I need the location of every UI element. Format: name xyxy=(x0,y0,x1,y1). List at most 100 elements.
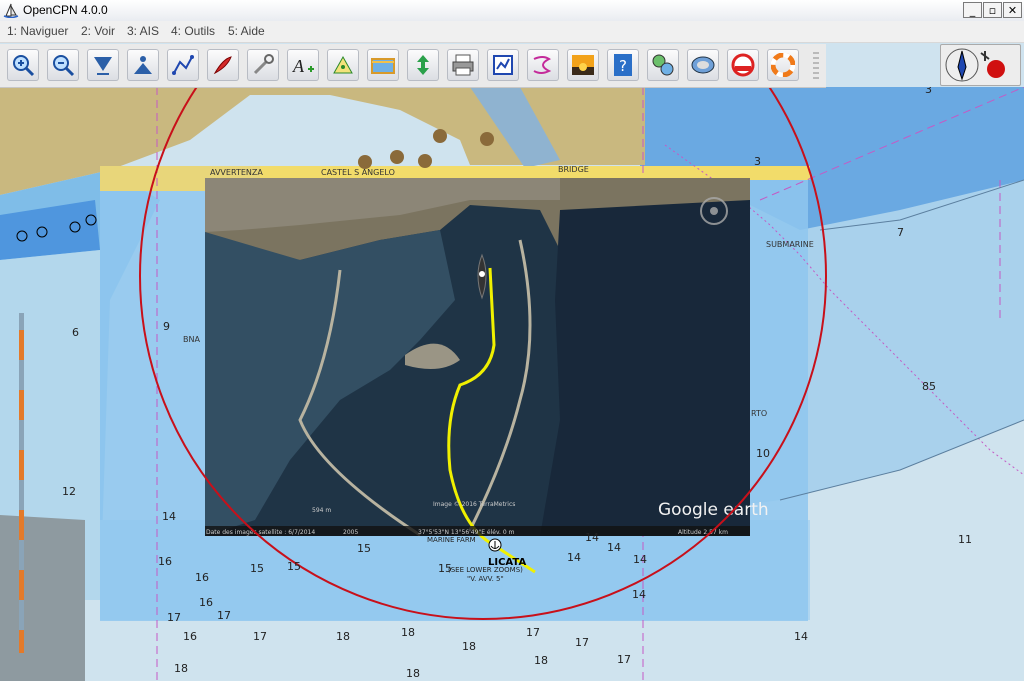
zoom-in-icon xyxy=(13,55,35,77)
sounding: 15 xyxy=(250,562,264,575)
compass-icon xyxy=(945,48,1005,82)
sounding: 16 xyxy=(199,596,213,609)
sounding: 15 xyxy=(357,542,371,555)
title-bar: OpenCPN 4.0.0 _ ▫ ✕ xyxy=(0,0,1024,22)
window-title: OpenCPN 4.0.0 xyxy=(23,3,108,17)
label-marine-farm: MARINE FARM xyxy=(427,536,476,544)
settings-icon xyxy=(253,54,274,75)
track-button[interactable] xyxy=(527,49,559,81)
text-icon: A xyxy=(292,56,314,76)
help-button[interactable]: ? xyxy=(607,49,639,81)
menu-naviguer[interactable]: 1: Naviguer xyxy=(7,24,68,38)
label-porto: RTO xyxy=(751,409,767,418)
help-icon: ? xyxy=(614,54,632,76)
label-bridge: BRIDGE xyxy=(558,165,589,174)
opencpn-app-icon xyxy=(3,3,19,18)
zoom-in-button[interactable] xyxy=(7,49,39,81)
color-scheme-icon xyxy=(572,55,594,75)
svg-text:?: ? xyxy=(619,57,627,75)
svg-text:A: A xyxy=(292,56,305,76)
chart-downloader-button[interactable] xyxy=(687,49,719,81)
sounding: 17 xyxy=(253,630,267,643)
sounding: 10 xyxy=(756,447,770,460)
sounding: 11 xyxy=(958,533,972,546)
sounding: 16 xyxy=(158,555,172,568)
sounding: 16 xyxy=(195,571,209,584)
follow-ship-button[interactable] xyxy=(207,49,239,81)
sounding: 14 xyxy=(567,551,581,564)
route-button[interactable] xyxy=(167,49,199,81)
label-see-lower-zooms: (SEE LOWER ZOOMS) xyxy=(448,566,523,574)
sounding: 18 xyxy=(336,630,350,643)
sounding: 14 xyxy=(162,510,176,523)
close-button[interactable]: ✕ xyxy=(1003,2,1022,18)
compass-panel[interactable] xyxy=(940,44,1021,86)
ship-icon xyxy=(213,56,232,75)
chart-canvas[interactable]: Google earth Date des images satellite :… xyxy=(0,87,1024,681)
sounding: 18 xyxy=(174,662,188,675)
sounding: 3 xyxy=(925,87,932,96)
current-icon xyxy=(417,55,429,75)
menu-voir[interactable]: 2: Voir xyxy=(81,24,115,38)
settings-button[interactable] xyxy=(247,49,279,81)
sounding: 12 xyxy=(62,485,76,498)
route-manager-icon xyxy=(493,55,513,75)
scale-button[interactable] xyxy=(87,49,119,81)
label-avvertenza: AVVERTENZA xyxy=(210,168,263,177)
text-button[interactable]: A xyxy=(287,49,319,81)
print-button[interactable] xyxy=(447,49,479,81)
route-manager-button[interactable] xyxy=(487,49,519,81)
label-submarine: SUBMARINE xyxy=(766,240,814,249)
scale-icon xyxy=(94,57,112,75)
current-button[interactable] xyxy=(407,49,439,81)
minimize-button[interactable]: _ xyxy=(963,2,982,18)
layer-button[interactable] xyxy=(327,49,359,81)
mob-icon xyxy=(771,53,795,77)
print-icon xyxy=(452,54,474,76)
sounding: 9 xyxy=(163,320,170,333)
label-castel: CASTEL S ANGELO xyxy=(321,168,395,177)
nautical-chart[interactable]: Google earth Date des images satellite :… xyxy=(0,87,1024,681)
sounding: 18 xyxy=(406,667,420,680)
gps-button[interactable] xyxy=(647,49,679,81)
sounding: 14 xyxy=(607,541,621,554)
sounding: 14 xyxy=(632,588,646,601)
sounding: 18 xyxy=(462,640,476,653)
earth-footer-year: 2005 xyxy=(343,529,358,536)
sounding: 18 xyxy=(401,626,415,639)
chart-downloader-icon xyxy=(691,56,715,74)
track-icon xyxy=(533,56,552,74)
tide-button[interactable] xyxy=(367,49,399,81)
chart-quilt-icon xyxy=(134,56,152,74)
menu-ais[interactable]: 3: AIS xyxy=(127,24,159,38)
color-scheme-button[interactable] xyxy=(567,49,599,81)
google-earth-logo: Google earth xyxy=(658,500,769,520)
earth-footer-date: Date des images satellite : 6/7/2014 xyxy=(206,529,315,536)
earth-credit: Image © 2016 TerraMetrics xyxy=(433,501,515,508)
sounding: 17 xyxy=(167,611,181,624)
route-icon xyxy=(172,55,194,75)
grib-button[interactable] xyxy=(727,49,759,81)
sounding: 3 xyxy=(754,155,761,168)
toolbar-grip[interactable] xyxy=(813,52,819,80)
label-bna: BNA xyxy=(183,335,200,344)
label-avv: "V. AVV. 5" xyxy=(467,575,504,583)
earth-footer-coords: 37°5'53"N 13°56'49"E élév. 0 m xyxy=(418,529,515,536)
menu-aide[interactable]: 5: Aide xyxy=(228,24,265,38)
chart-quilt-button[interactable] xyxy=(127,49,159,81)
earth-footer-altitude: Altitude 2.57 km xyxy=(678,529,728,536)
sounding: 7 xyxy=(897,226,904,239)
maximize-button[interactable]: ▫ xyxy=(983,2,1002,18)
sounding: 17 xyxy=(217,609,231,622)
sounding: 15 xyxy=(438,562,452,575)
sounding: 14 xyxy=(794,630,808,643)
sounding: 14 xyxy=(585,531,599,544)
mob-button[interactable] xyxy=(767,49,799,81)
main-toolbar: A ? xyxy=(0,44,826,88)
menu-bar: 1: Naviguer 2: Voir 3: AIS 4: Outils 5: … xyxy=(0,21,1024,43)
sounding: 6 xyxy=(72,326,79,339)
gps-icon xyxy=(652,54,674,76)
menu-outils[interactable]: 4: Outils xyxy=(171,24,215,38)
grib-icon xyxy=(731,53,755,77)
zoom-out-button[interactable] xyxy=(47,49,79,81)
